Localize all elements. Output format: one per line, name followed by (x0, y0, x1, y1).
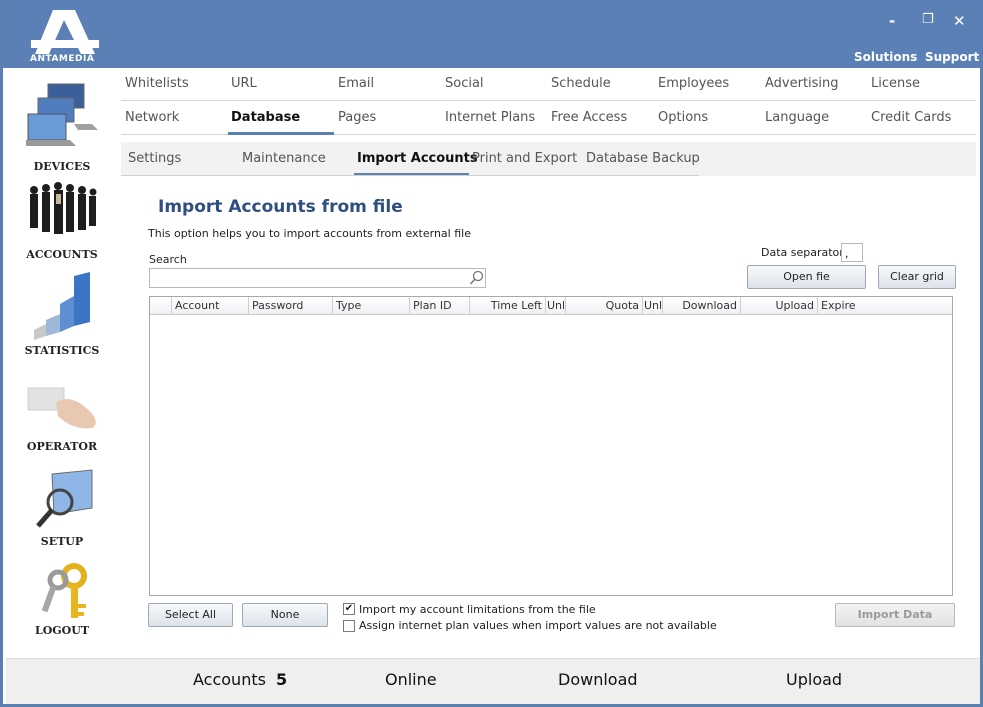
computers-icon (26, 83, 98, 146)
nav-row-2: Network Database Pages Internet Plans Fr… (121, 102, 976, 135)
open-file-button[interactable]: Open fie (747, 265, 866, 289)
sidebar-label: SETUP (40, 535, 84, 548)
tab-credit-cards[interactable]: Credit Cards (871, 110, 951, 125)
column-header-download[interactable]: Download (663, 297, 741, 315)
magnifier-monitor-icon (36, 469, 93, 528)
subnav: Settings Maintenance Import Accounts Pri… (121, 142, 976, 176)
accounts-grid[interactable]: Account Password Type Plan ID Time Left … (149, 296, 953, 596)
sidebar: DEVICES ACCOUNTS STATISTICS OPERATOR SET… (6, 68, 118, 658)
nav-row-1: Whitelists URL Email Social Schedule Emp… (121, 68, 976, 101)
subtab-import-accounts[interactable]: Import Accounts (357, 151, 478, 166)
column-header-expire[interactable]: Expire (818, 297, 952, 315)
column-header-type[interactable]: Type (333, 297, 410, 315)
assign-plan-values-label: Assign internet plan values when import … (359, 619, 717, 632)
minimize-button[interactable]: - (889, 12, 895, 30)
column-header-unl-quota[interactable]: Unl (643, 297, 663, 315)
sidebar-item-devices[interactable]: DEVICES (6, 74, 118, 173)
accounts-status-label: Accounts (193, 670, 266, 689)
app-window: ANTAMEDIA - ❐ ✕ Solutions Support DEVICE… (0, 0, 983, 707)
select-all-button[interactable]: Select All (148, 603, 233, 627)
close-button[interactable]: ✕ (953, 12, 966, 30)
tab-advertising[interactable]: Advertising (765, 76, 839, 91)
search-input[interactable] (149, 268, 486, 288)
sidebar-label: OPERATOR (26, 440, 98, 453)
page-title: Import Accounts from file (158, 197, 403, 217)
accounts-status-value: 5 (275, 670, 288, 689)
upload-status-label: Upload (786, 670, 843, 689)
import-data-button[interactable]: Import Data (835, 603, 955, 627)
sidebar-item-statistics[interactable]: STATISTICS (6, 268, 118, 360)
data-separator-label: Data separator (761, 246, 844, 259)
tab-license[interactable]: License (871, 76, 920, 91)
grid-header: Account Password Type Plan ID Time Left … (150, 297, 952, 315)
tab-pages[interactable]: Pages (338, 110, 376, 125)
active-tab-underline (228, 132, 334, 135)
sidebar-item-accounts[interactable]: ACCOUNTS (6, 178, 118, 263)
column-header-account[interactable]: Account (172, 297, 249, 315)
sidebar-item-operator[interactable]: OPERATOR (6, 368, 118, 458)
import-limitations-label: Import my account limitations from the f… (359, 603, 596, 616)
accounts-status: Accounts 5 (193, 670, 287, 689)
tab-database[interactable]: Database (231, 110, 300, 125)
online-status-label: Online (385, 670, 437, 689)
column-header-plan-id[interactable]: Plan ID (410, 297, 470, 315)
subnav-divider (121, 175, 699, 176)
search-label: Search (149, 253, 187, 266)
support-link[interactable]: Support (925, 50, 979, 64)
subtab-settings[interactable]: Settings (128, 151, 181, 166)
subtab-maintenance[interactable]: Maintenance (242, 151, 326, 166)
card-hand-icon (27, 387, 96, 429)
title-bar: ANTAMEDIA - ❐ ✕ Solutions Support (3, 0, 983, 68)
tab-free-access[interactable]: Free Access (551, 110, 627, 125)
tab-url[interactable]: URL (231, 76, 257, 91)
grid-select-column[interactable] (150, 297, 172, 315)
subtab-print-and-export[interactable]: Print and Export (472, 151, 577, 166)
sidebar-label: DEVICES (33, 160, 91, 173)
bar-chart-icon (34, 272, 90, 340)
tab-options[interactable]: Options (658, 110, 708, 125)
people-icon (30, 182, 97, 234)
clear-grid-button[interactable]: Clear grid (878, 265, 956, 289)
tab-social[interactable]: Social (445, 76, 484, 91)
tab-language[interactable]: Language (765, 110, 829, 125)
sidebar-label: LOGOUT (34, 624, 90, 637)
tab-internet-plans[interactable]: Internet Plans (445, 110, 535, 125)
tab-schedule[interactable]: Schedule (551, 76, 611, 91)
column-header-password[interactable]: Password (249, 297, 333, 315)
assign-plan-values-checkbox[interactable] (343, 620, 355, 632)
column-header-upload[interactable]: Upload (741, 297, 818, 315)
tab-network[interactable]: Network (125, 110, 179, 125)
column-header-unl-time[interactable]: Unl (546, 297, 566, 315)
tab-whitelists[interactable]: Whitelists (125, 76, 189, 91)
search-icon[interactable] (469, 270, 485, 286)
none-button[interactable]: None (242, 603, 328, 627)
tab-employees[interactable]: Employees (658, 76, 729, 91)
sidebar-label: STATISTICS (24, 344, 100, 357)
maximize-button[interactable]: ❐ (922, 12, 934, 27)
column-header-quota[interactable]: Quota (566, 297, 643, 315)
sidebar-item-setup[interactable]: SETUP (6, 466, 118, 552)
sidebar-item-logout[interactable]: LOGOUT (6, 560, 118, 642)
tab-email[interactable]: Email (338, 76, 374, 91)
download-status-label: Download (558, 670, 638, 689)
status-bar: Accounts 5 Online Download Upload (6, 658, 980, 704)
page-description: This option helps you to import accounts… (148, 227, 471, 240)
subtab-database-backup[interactable]: Database Backup (586, 151, 700, 166)
column-header-time-left[interactable]: Time Left (470, 297, 546, 315)
keys-icon (41, 563, 87, 618)
brand-name: ANTAMEDIA (30, 54, 95, 64)
data-separator-input[interactable] (841, 243, 863, 262)
import-limitations-checkbox[interactable]: ✔ (343, 603, 355, 615)
sidebar-label: ACCOUNTS (26, 248, 98, 261)
solutions-link[interactable]: Solutions (854, 50, 917, 64)
